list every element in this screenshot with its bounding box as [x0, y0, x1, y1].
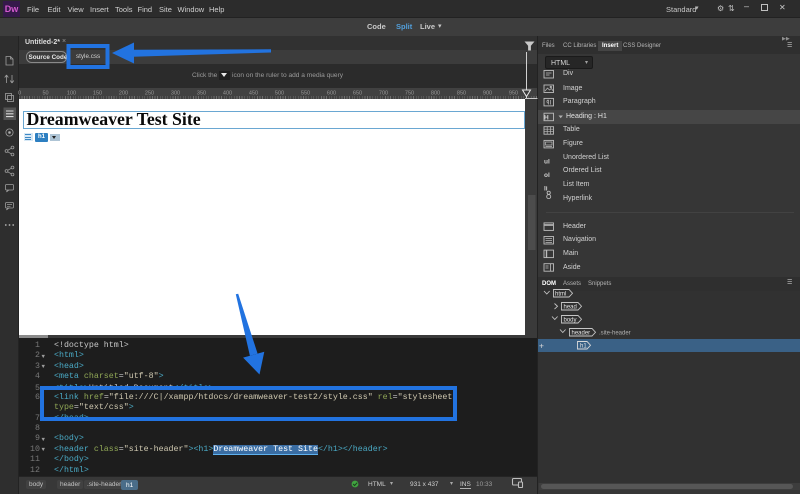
- svg-text:950: 950: [509, 91, 518, 97]
- svg-text:800: 800: [431, 91, 440, 97]
- svg-text:850: 850: [457, 91, 466, 97]
- svg-text:ol: ol: [544, 172, 550, 179]
- svg-text:650: 650: [353, 91, 362, 97]
- svg-text:head: head: [564, 304, 577, 310]
- svg-text:html: html: [555, 291, 566, 297]
- svg-text:h1: h1: [580, 343, 587, 349]
- svg-text:+: +: [539, 341, 544, 351]
- svg-text:ul: ul: [544, 159, 550, 166]
- svg-text:body: body: [564, 317, 577, 323]
- svg-text:0: 0: [18, 91, 21, 97]
- svg-text:900: 900: [483, 91, 492, 97]
- svg-text:300: 300: [171, 91, 180, 97]
- svg-text:500: 500: [275, 91, 284, 97]
- svg-text:250: 250: [145, 91, 154, 97]
- svg-text:header: header: [572, 330, 591, 336]
- svg-text:350: 350: [197, 91, 206, 97]
- svg-text:.site-header: .site-header: [599, 330, 631, 336]
- svg-text:550: 550: [301, 91, 310, 97]
- svg-text:150: 150: [93, 91, 102, 97]
- svg-text:200: 200: [119, 91, 128, 97]
- svg-text:400: 400: [223, 91, 232, 97]
- svg-text:750: 750: [405, 91, 414, 97]
- svg-text:H: H: [544, 115, 549, 122]
- svg-text:50: 50: [42, 91, 48, 97]
- svg-text:li: li: [544, 186, 548, 193]
- svg-text:600: 600: [327, 91, 336, 97]
- svg-text:700: 700: [379, 91, 388, 97]
- svg-text:100: 100: [67, 91, 76, 97]
- svg-text:450: 450: [249, 91, 258, 97]
